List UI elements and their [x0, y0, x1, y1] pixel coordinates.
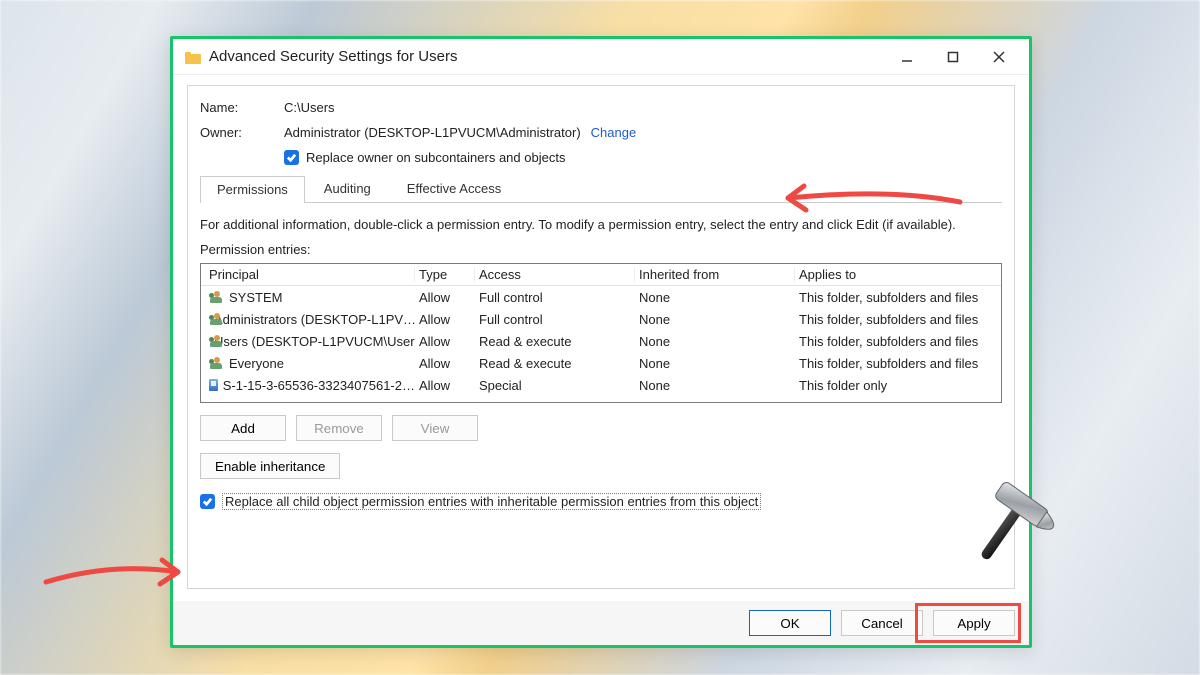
- tab-strip: Permissions Auditing Effective Access: [200, 175, 1002, 203]
- tab-effective-access[interactable]: Effective Access: [390, 175, 518, 202]
- cell-access: Special: [475, 378, 635, 393]
- apply-button[interactable]: Apply: [933, 610, 1015, 636]
- col-principal[interactable]: Principal: [205, 267, 415, 282]
- entries-label: Permission entries:: [200, 242, 1002, 257]
- cell-type: Allow: [415, 356, 475, 371]
- table-header[interactable]: Principal Type Access Inherited from App…: [201, 264, 1001, 286]
- col-applies[interactable]: Applies to: [795, 267, 1002, 282]
- group-icon: [209, 291, 224, 303]
- cell-inherited: None: [635, 290, 795, 305]
- cell-inherited: None: [635, 378, 795, 393]
- cell-inherited: None: [635, 356, 795, 371]
- table-row[interactable]: S-1-15-3-65536-3323407561-2…AllowSpecial…: [201, 374, 1001, 396]
- table-row[interactable]: Users (DESKTOP-L1PVUCM\Users)AllowRead &…: [201, 330, 1001, 352]
- folder-icon: [185, 50, 201, 64]
- cell-type: Allow: [415, 290, 475, 305]
- close-button[interactable]: [977, 43, 1021, 71]
- sid-icon: [209, 379, 218, 391]
- name-label: Name:: [200, 100, 284, 115]
- ok-button[interactable]: OK: [749, 610, 831, 636]
- dialog-content: Name: C:\Users Owner: Administrator (DES…: [187, 85, 1015, 589]
- cell-applies: This folder, subfolders and files: [795, 290, 1002, 305]
- cell-applies: This folder, subfolders and files: [795, 312, 1002, 327]
- cell-principal: Users (DESKTOP-L1PVUCM\Users): [214, 334, 415, 349]
- maximize-button[interactable]: [931, 43, 975, 71]
- permission-entries-table: Principal Type Access Inherited from App…: [200, 263, 1002, 403]
- dialog-footer: OK Cancel Apply: [173, 601, 1029, 645]
- table-row[interactable]: Administrators (DESKTOP-L1PV…AllowFull c…: [201, 308, 1001, 330]
- col-access[interactable]: Access: [475, 267, 635, 282]
- cell-principal: Everyone: [229, 356, 284, 371]
- cell-access: Read & execute: [475, 334, 635, 349]
- replace-owner-label: Replace owner on subcontainers and objec…: [306, 150, 565, 165]
- cell-principal: S-1-15-3-65536-3323407561-2…: [223, 378, 415, 393]
- cancel-button[interactable]: Cancel: [841, 610, 923, 636]
- replace-children-label: Replace all child object permission entr…: [222, 493, 761, 510]
- tab-permissions[interactable]: Permissions: [200, 176, 305, 203]
- cell-applies: This folder, subfolders and files: [795, 334, 1002, 349]
- cell-applies: This folder only: [795, 378, 1002, 393]
- advanced-security-dialog: Advanced Security Settings for Users Nam…: [170, 36, 1032, 648]
- cell-access: Full control: [475, 312, 635, 327]
- owner-label: Owner:: [200, 125, 284, 140]
- tab-auditing[interactable]: Auditing: [307, 175, 388, 202]
- titlebar: Advanced Security Settings for Users: [173, 39, 1029, 75]
- cell-inherited: None: [635, 334, 795, 349]
- view-button[interactable]: View: [392, 415, 478, 441]
- cell-applies: This folder, subfolders and files: [795, 356, 1002, 371]
- remove-button[interactable]: Remove: [296, 415, 382, 441]
- owner-value: Administrator (DESKTOP-L1PVUCM\Administr…: [284, 125, 581, 140]
- replace-owner-checkbox[interactable]: [284, 150, 299, 165]
- info-text: For additional information, double-click…: [200, 217, 1002, 232]
- name-value: C:\Users: [284, 100, 335, 115]
- cell-principal: Administrators (DESKTOP-L1PV…: [214, 312, 415, 327]
- cell-access: Full control: [475, 290, 635, 305]
- minimize-button[interactable]: [885, 43, 929, 71]
- enable-inheritance-button[interactable]: Enable inheritance: [200, 453, 340, 479]
- cell-access: Read & execute: [475, 356, 635, 371]
- group-icon: [209, 357, 224, 369]
- cell-inherited: None: [635, 312, 795, 327]
- cell-type: Allow: [415, 312, 475, 327]
- change-owner-link[interactable]: Change: [591, 125, 637, 140]
- replace-children-checkbox[interactable]: [200, 494, 215, 509]
- col-type[interactable]: Type: [415, 267, 475, 282]
- window-title: Advanced Security Settings for Users: [209, 48, 885, 65]
- table-row[interactable]: SYSTEM AllowFull controlNoneThis folder, …: [201, 286, 1001, 308]
- cell-type: Allow: [415, 378, 475, 393]
- add-button[interactable]: Add: [200, 415, 286, 441]
- cell-principal: SYSTEM: [229, 290, 282, 305]
- cell-type: Allow: [415, 334, 475, 349]
- table-row[interactable]: Everyone AllowRead & executeNoneThis fold…: [201, 352, 1001, 374]
- col-inherited[interactable]: Inherited from: [635, 267, 795, 282]
